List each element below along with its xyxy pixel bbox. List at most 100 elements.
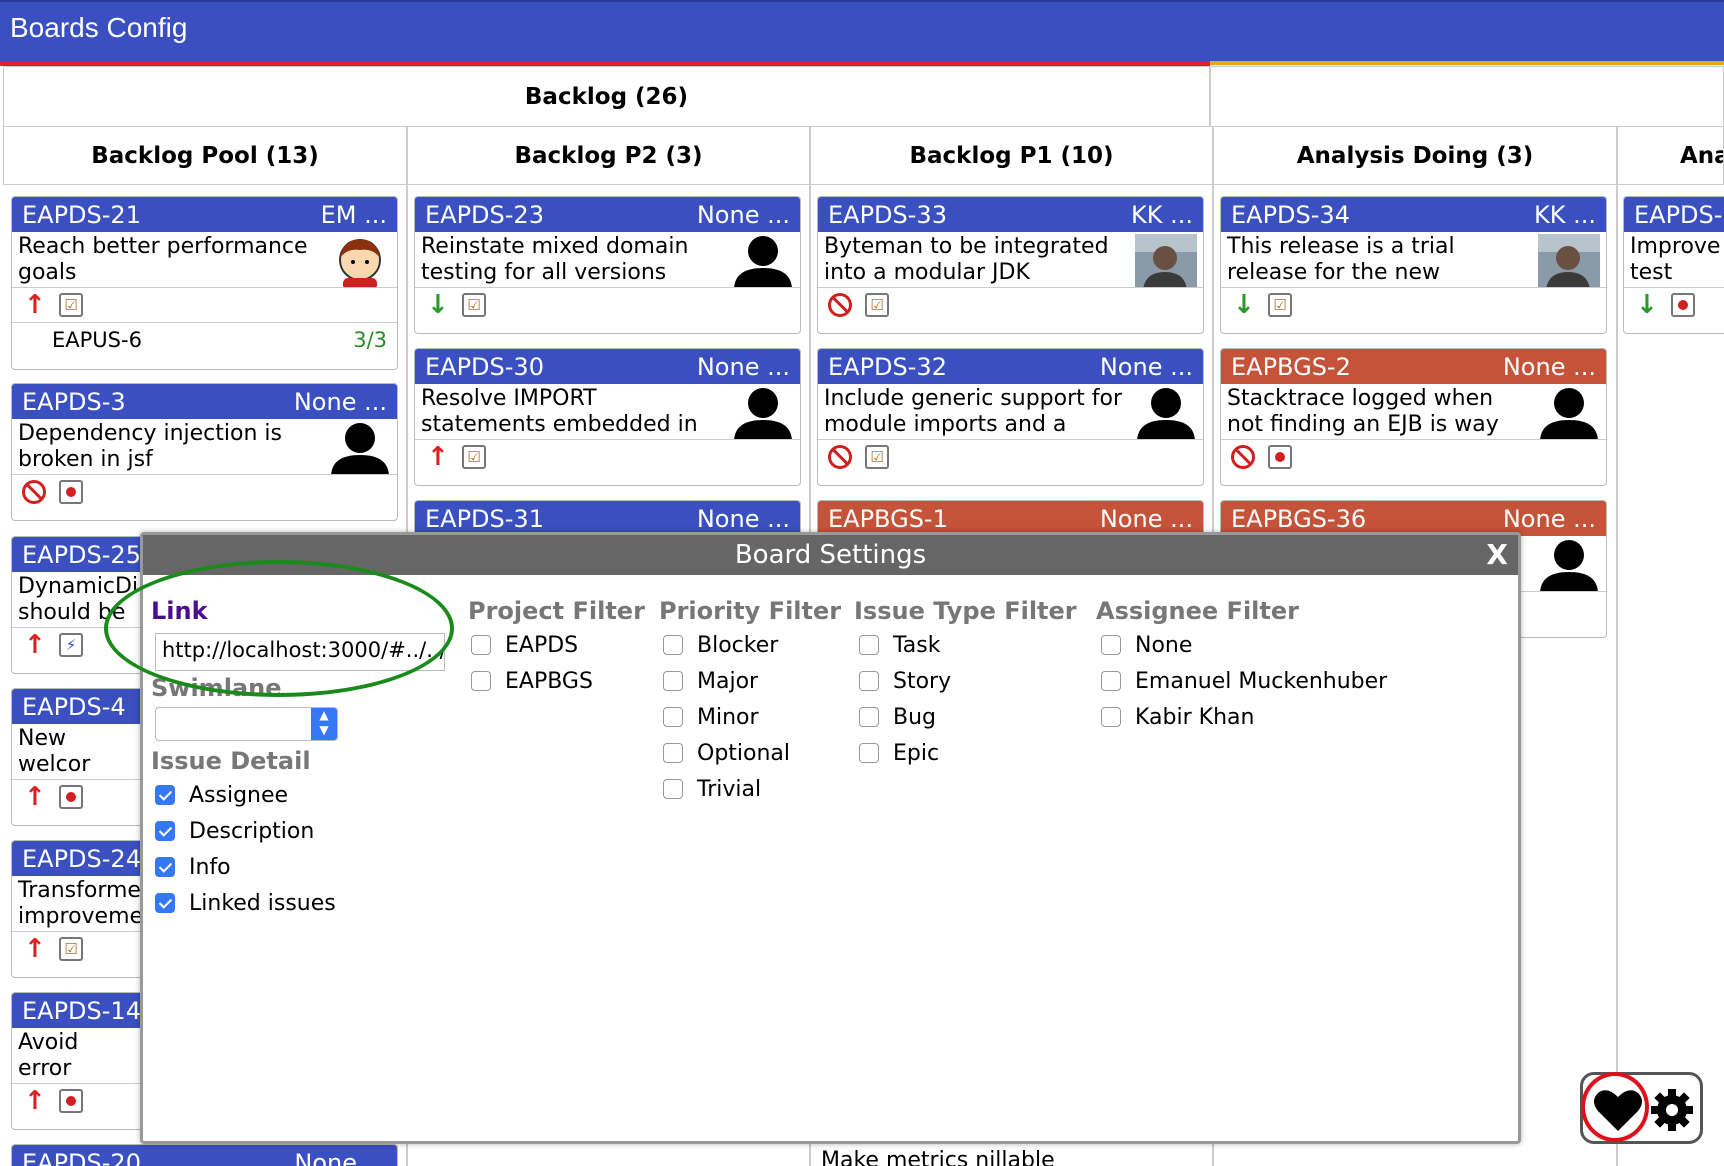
issue-key[interactable]: EAPBGS-36 (1231, 505, 1366, 533)
bug-type-icon (59, 785, 83, 809)
gear-icon[interactable] (1649, 1087, 1695, 1133)
issue-type-filter-option[interactable]: Bug (859, 702, 936, 732)
priority-filter-option[interactable]: Optional (663, 738, 790, 768)
more-button[interactable]: ... (1573, 353, 1596, 381)
assignee-initials: None (294, 1148, 357, 1166)
issue-key[interactable]: EAPBGS-2 (1231, 353, 1351, 381)
avatar-icon (1135, 386, 1197, 440)
issue-key[interactable]: EAPDS-14 (22, 997, 141, 1025)
issue-key[interactable]: EAPDS-23 (425, 201, 544, 229)
project-filter-option[interactable]: EAPDS (471, 630, 578, 660)
more-button[interactable]: ... (364, 201, 387, 229)
option-label: None (1135, 632, 1193, 658)
bug-type-icon (1671, 293, 1695, 317)
more-button[interactable]: ... (1573, 505, 1596, 533)
issue-summary: Stacktrace logged when not finding an EJ… (1227, 386, 1499, 437)
issue-key[interactable]: EAPDS-3 (22, 388, 126, 416)
more-button[interactable]: ... (767, 505, 790, 533)
issue-detail-option[interactable]: Info (155, 852, 231, 882)
column-header[interactable]: Ana (1617, 126, 1724, 185)
checkbox[interactable] (859, 743, 879, 763)
checkbox[interactable] (663, 671, 683, 691)
column-header[interactable]: Analysis Doing (3) (1213, 126, 1617, 185)
avatar-photo-icon (1135, 234, 1197, 288)
priority-filter-option[interactable]: Major (663, 666, 758, 696)
issue-type-filter-label: Issue Type Filter (854, 597, 1077, 625)
priority-up-icon: ↑ (427, 442, 449, 472)
priority-filter-option[interactable]: Trivial (663, 774, 761, 804)
issue-detail-option[interactable]: Description (155, 816, 314, 846)
issue-summary: DynamicDi should be u (18, 574, 139, 627)
issue-card[interactable]: EAPDS-30 None ... Resolve IMPORT statemen… (414, 348, 801, 486)
issue-card[interactable]: EAPDS-34 KK ... This release is a trial r… (1220, 196, 1607, 334)
issue-key[interactable]: EAPBGS-1 (828, 505, 948, 533)
issue-summary: Dependency injection is broken in jsf (18, 421, 282, 472)
column-header[interactable]: Backlog P1 (10) (810, 126, 1213, 185)
checkbox[interactable] (471, 635, 491, 655)
checkbox[interactable] (663, 779, 683, 799)
more-button[interactable]: ... (767, 353, 790, 381)
priority-filter-option[interactable]: Minor (663, 702, 759, 732)
issue-card[interactable]: EAPDS-21 EM ... Reach better performance … (11, 196, 398, 370)
checkbox[interactable] (663, 635, 683, 655)
issue-key[interactable]: EAPDS-21 (22, 201, 141, 229)
issue-detail-option[interactable]: Assignee (155, 780, 288, 810)
issue-type-filter-option[interactable]: Epic (859, 738, 939, 768)
close-button[interactable]: X (1486, 535, 1508, 575)
issue-card[interactable]: EAPDS-32 None ... Include generic support… (817, 348, 1204, 486)
assignee-filter-option[interactable]: Emanuel Muckenhuber (1101, 666, 1387, 696)
issue-key[interactable]: EAPDS-33 (828, 201, 947, 229)
issue-card[interactable]: EAPDS-33 KK ... Byteman to be integrated … (817, 196, 1204, 334)
issue-key[interactable]: EAPDS-24 (22, 845, 141, 873)
checkbox[interactable] (1101, 707, 1121, 727)
priority-filter-option[interactable]: Blocker (663, 630, 778, 660)
checkbox[interactable] (155, 785, 175, 805)
issue-detail-option[interactable]: Linked issues (155, 888, 336, 918)
checkbox[interactable] (155, 821, 175, 841)
issue-key[interactable]: EAPDS-20 (22, 1149, 141, 1166)
checkbox[interactable] (663, 743, 683, 763)
issue-key[interactable]: EAPDS-32 (828, 353, 947, 381)
issue-key[interactable]: EAPDS-4 (22, 693, 126, 721)
more-button[interactable]: ... (1170, 505, 1193, 533)
checkbox[interactable] (155, 893, 175, 913)
checkbox[interactable] (1101, 635, 1121, 655)
assignee-filter-option[interactable]: None (1101, 630, 1192, 660)
issue-card[interactable]: EAPBGS-2 None ... Stacktrace logged when … (1220, 348, 1607, 486)
column-header[interactable]: Backlog Pool (13) (3, 126, 407, 185)
state-bar-orange (1210, 61, 1724, 65)
issue-type-filter-option[interactable]: Story (859, 666, 951, 696)
issue-summary: Include generic support for module impor… (824, 386, 1123, 437)
issue-card[interactable]: EAPDS- Improve test sche ↓ (1623, 196, 1724, 334)
issue-key[interactable]: EAPDS-25 (22, 541, 141, 569)
more-button[interactable]: ... (1573, 201, 1596, 229)
project-filter-option[interactable]: EAPBGS (471, 666, 593, 696)
more-button[interactable]: ... (1170, 353, 1193, 381)
more-button[interactable]: ... (1170, 201, 1193, 229)
checkbox[interactable] (859, 671, 879, 691)
checkbox[interactable] (471, 671, 491, 691)
heart-icon[interactable] (1593, 1087, 1643, 1133)
issue-key[interactable]: EAPDS-30 (425, 353, 544, 381)
issue-card[interactable]: EAPDS-20 None (11, 1144, 398, 1166)
link-input[interactable]: http://localhost:3000/#../../ (155, 633, 445, 671)
issue-key[interactable]: EAPDS- (1634, 201, 1722, 229)
dialog-title: Board Settings (734, 540, 927, 570)
checkbox[interactable] (859, 707, 879, 727)
swimlane-select[interactable]: ▲ ▼ (155, 707, 338, 741)
priority-down-icon: ↓ (1233, 290, 1255, 320)
issue-key[interactable]: EAPDS-34 (1231, 201, 1350, 229)
column-header[interactable]: Backlog P2 (3) (407, 126, 810, 185)
assignee-filter-option[interactable]: Kabir Khan (1101, 702, 1254, 732)
issue-type-filter-option[interactable]: Task (859, 630, 940, 660)
linked-issue-key[interactable]: EAPUS-6 (52, 328, 142, 352)
issue-key[interactable]: EAPDS-31 (425, 505, 544, 533)
checkbox[interactable] (859, 635, 879, 655)
issue-card[interactable]: EAPDS-23 None ... Reinstate mixed domain … (414, 196, 801, 334)
checkbox[interactable] (1101, 671, 1121, 691)
checkbox[interactable] (155, 857, 175, 877)
checkbox[interactable] (663, 707, 683, 727)
more-button[interactable]: ... (364, 388, 387, 416)
issue-card[interactable]: EAPDS-3 None ... Dependency injection is … (11, 383, 398, 521)
more-button[interactable]: ... (767, 201, 790, 229)
